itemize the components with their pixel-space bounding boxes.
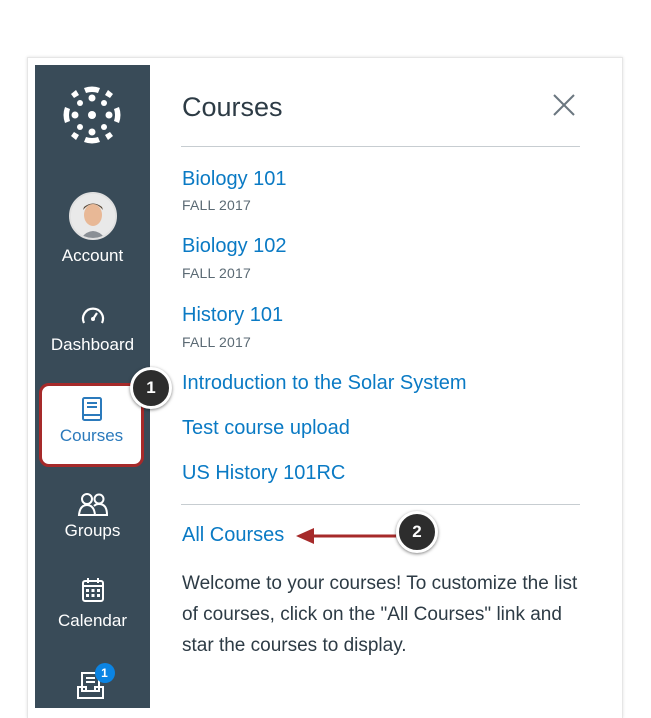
- tray-divider-bottom: [181, 504, 580, 505]
- nav-dashboard[interactable]: Dashboard: [35, 302, 150, 355]
- course-term: FALL 2017: [182, 197, 252, 213]
- course-link[interactable]: Biology 102: [182, 235, 287, 258]
- course-link[interactable]: Test course upload: [182, 417, 350, 440]
- nav-calendar-label: Calendar: [58, 611, 127, 630]
- nav-dashboard-label: Dashboard: [50, 335, 135, 354]
- course-term: FALL 2017: [182, 334, 252, 350]
- course-link[interactable]: History 101: [182, 304, 283, 327]
- courses-icon: [81, 397, 102, 421]
- avatar-icon: [70, 194, 115, 238]
- nav-inbox[interactable]: 1: [35, 663, 150, 703]
- nav-account[interactable]: Account: [35, 192, 150, 266]
- avatar: [68, 192, 117, 240]
- inbox-icon-wrap: 1: [73, 663, 115, 703]
- callout-1: 1: [130, 367, 172, 409]
- tray-divider-top: [181, 146, 580, 147]
- dashboard-icon: [81, 307, 104, 324]
- nav-groups[interactable]: Groups: [35, 491, 150, 541]
- nav-courses[interactable]: Courses: [39, 383, 144, 467]
- nav-courses-label: Courses: [59, 426, 124, 445]
- all-courses-link[interactable]: All Courses: [182, 524, 284, 547]
- inbox-badge: 1: [94, 663, 115, 683]
- callout-2: 2: [396, 511, 438, 553]
- welcome-text: Welcome to your courses! To customize th…: [182, 573, 578, 656]
- groups-icon: [77, 493, 108, 516]
- nav-account-label: Account: [61, 246, 124, 265]
- close-icon[interactable]: [551, 92, 577, 118]
- course-link[interactable]: Introduction to the Solar System: [182, 372, 467, 395]
- nav-groups-label: Groups: [64, 521, 121, 540]
- callout-arrow-icon: [296, 528, 396, 544]
- course-link[interactable]: Biology 101: [182, 168, 287, 191]
- course-term: FALL 2017: [182, 265, 252, 281]
- nav-calendar[interactable]: Calendar: [35, 577, 150, 631]
- canvas-logo-icon[interactable]: [62, 85, 122, 145]
- tray-title: Courses: [182, 92, 283, 122]
- course-link[interactable]: US History 101RC: [182, 462, 345, 485]
- calendar-icon: [81, 578, 104, 602]
